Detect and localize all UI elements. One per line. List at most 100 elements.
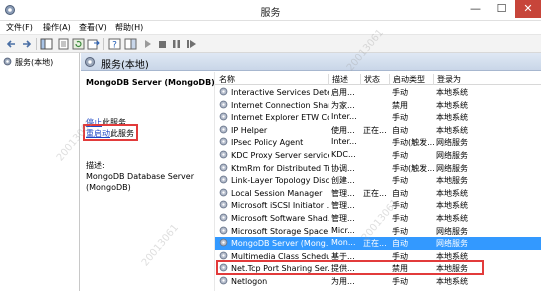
service-logon-cell: 网络服务 <box>436 239 468 249</box>
service-logon-cell: 本地系统 <box>436 188 468 198</box>
restart-service-icon[interactable] <box>185 38 198 50</box>
service-name-cell: MongoDB Server (Mong... <box>219 238 329 248</box>
service-description-cell: 为家... <box>331 100 355 110</box>
menu-bar: 文件(F) 操作(A) 查看(V) 帮助(H) <box>0 21 541 34</box>
refresh-icon[interactable] <box>72 38 85 50</box>
selected-service-name: MongoDB Server (MongoDB) <box>86 78 215 87</box>
service-description-cell: 协调... <box>331 163 355 173</box>
service-gear-icon <box>219 175 228 184</box>
column-header-logon-as[interactable]: 登录为 <box>433 74 461 85</box>
forward-arrow-icon[interactable] <box>20 38 33 50</box>
service-description-cell: 创建... <box>331 176 355 186</box>
service-name-cell: Netlogon <box>219 276 329 286</box>
service-startup-type-cell: 手动 <box>392 214 408 223</box>
service-logon-cell: 本地系统 <box>436 88 468 97</box>
svg-text:?: ? <box>112 41 117 51</box>
menu-action[interactable]: 操作(A) <box>43 22 71 33</box>
services-list: 名称 描述 状态 启动类型 登录为 Interactive Services D… <box>214 72 541 291</box>
service-description-cell: 管理... <box>331 201 355 211</box>
table-row[interactable]: IPsec Policy Agent Inter... 手动(触发... 网络服务 <box>215 136 541 149</box>
menu-view[interactable]: 查看(V) <box>79 22 107 33</box>
pause-service-icon[interactable] <box>170 38 183 50</box>
service-name-cell: Local Session Manager <box>219 188 329 198</box>
service-gear-icon <box>219 276 228 285</box>
table-row[interactable]: Netlogon 为用... 手动 本地系统 <box>215 275 541 288</box>
maximize-button[interactable]: ☐ <box>489 0 514 18</box>
close-button[interactable]: ✕ <box>515 0 541 18</box>
service-name: MongoDB Server (Mong... <box>231 239 329 249</box>
table-row[interactable]: KtmRm for Distributed Tr... 协调... 手动(触发...… <box>215 162 541 175</box>
service-startup-type-cell: 手动 <box>392 226 408 236</box>
table-row[interactable]: Interactive Services Dete... 启用... 手动 本地系统 <box>215 86 541 99</box>
tree-item-services-local[interactable]: 服务(本地) <box>3 57 53 68</box>
service-gear-icon <box>219 213 228 222</box>
service-gear-icon <box>219 163 228 171</box>
service-name-cell: Interactive Services Dete... <box>219 87 329 97</box>
title-bar: 服务 — ☐ ✕ <box>0 0 541 21</box>
service-gear-icon <box>219 112 228 121</box>
column-header-startup-type[interactable]: 启动类型 <box>389 74 425 85</box>
service-logon-cell: 本地系统 <box>436 100 468 110</box>
menu-help[interactable]: 帮助(H) <box>115 22 143 33</box>
table-row[interactable]: Link-Layer Topology Disc... 创建... 手动 本地服务 <box>215 174 541 187</box>
service-logon-cell: 本地系统 <box>436 277 468 286</box>
service-logon-cell: 本地服务 <box>436 176 468 186</box>
service-name-cell: Link-Layer Topology Disc... <box>219 175 329 185</box>
service-name: KtmRm for Distributed Tr... <box>231 163 329 173</box>
toolbar: ? <box>0 34 541 53</box>
column-header-description[interactable]: 描述 <box>328 74 348 85</box>
service-description-cell: 使用... <box>331 125 355 135</box>
export-list-icon[interactable] <box>87 38 100 50</box>
gear-icon <box>3 57 12 66</box>
service-name: Link-Layer Topology Disc... <box>231 176 329 186</box>
service-startup-type-cell: 手动 <box>392 176 408 186</box>
service-description-cell: Micr... <box>331 225 355 235</box>
service-description-cell: Inter... <box>331 112 357 122</box>
table-row[interactable]: Microsoft iSCSI Initiator ... 管理... 手动 本地系统 <box>215 199 541 212</box>
service-gear-icon <box>219 150 228 159</box>
service-name-cell: Microsoft iSCSI Initiator ... <box>219 200 329 210</box>
menu-file[interactable]: 文件(F) <box>6 22 33 33</box>
description-label: 描述: <box>86 161 105 170</box>
service-description-cell: 管理... <box>331 188 355 198</box>
table-row[interactable]: IP Helper 使用... 正在... 自动 本地系统 <box>215 124 541 137</box>
service-startup-type-cell: 禁用 <box>392 100 408 110</box>
service-startup-type-cell: 手动 <box>392 151 408 160</box>
stop-service-icon[interactable] <box>156 38 169 50</box>
service-name-cell: IP Helper <box>219 125 329 135</box>
service-logon-cell: 本地系统 <box>436 214 468 223</box>
console-tree-icon[interactable] <box>40 38 53 50</box>
service-gear-icon <box>219 100 228 108</box>
table-row[interactable]: Local Session Manager 管理... 正在... 自动 本地系统 <box>215 187 541 200</box>
table-row[interactable]: KDC Proxy Server service...KDC... 手动 网络服务 <box>215 149 541 162</box>
column-header-status[interactable]: 状态 <box>360 74 380 85</box>
service-startup-type-cell: 手动(触发... <box>392 163 435 173</box>
service-gear-icon <box>219 238 228 247</box>
service-name: IP Helper <box>231 125 268 135</box>
service-startup-type-cell: 自动 <box>392 239 408 249</box>
service-description-cell: KDC... <box>331 150 356 159</box>
service-description-cell: 启用... <box>331 88 355 97</box>
table-row[interactable]: Internet Connection Shari...为家... 禁用 本地系统 <box>215 99 541 112</box>
window-title: 服务 <box>260 8 281 19</box>
service-name: Microsoft iSCSI Initiator ... <box>231 201 329 211</box>
column-header-name[interactable]: 名称 <box>219 74 235 85</box>
help-icon[interactable]: ? <box>108 38 121 50</box>
start-service-icon[interactable] <box>141 38 154 50</box>
show-hide-icon[interactable] <box>124 38 137 50</box>
back-arrow-icon[interactable] <box>5 38 18 50</box>
minimize-button[interactable]: — <box>463 0 488 18</box>
service-gear-icon <box>219 251 228 260</box>
gear-icon <box>85 57 95 67</box>
service-name-cell: Microsoft Software Shad... <box>219 213 329 223</box>
service-status-cell: 正在... <box>363 125 387 135</box>
table-row-selected[interactable]: MongoDB Server (Mong... Mon... 正在... 自动 网络服务 <box>215 237 541 250</box>
service-name: Interactive Services Dete... <box>231 88 329 97</box>
toolbar-separator <box>103 38 104 50</box>
properties-icon[interactable] <box>57 38 70 50</box>
table-row[interactable]: Internet Explorer ETW Co... Inter... 手动 本地系… <box>215 111 541 124</box>
service-startup-type-cell: 手动 <box>392 88 408 97</box>
console-tree: 服务(本地) <box>0 53 80 291</box>
highlight-box <box>216 260 484 275</box>
description-text: MongoDB Database Server (MongoDB) <box>86 172 194 192</box>
